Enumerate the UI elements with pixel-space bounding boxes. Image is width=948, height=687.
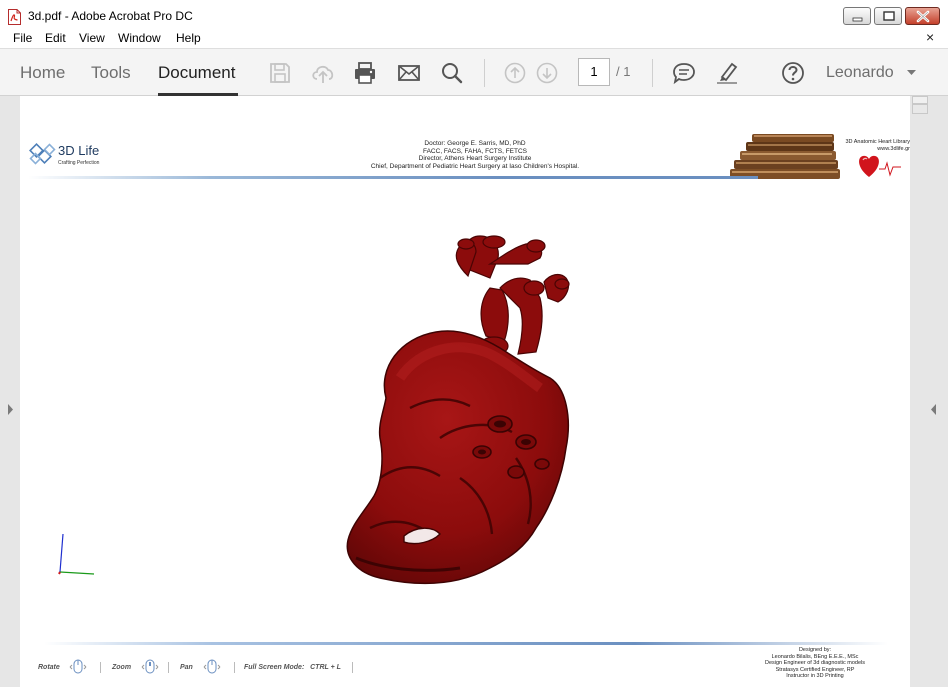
left-navigation-pane[interactable] xyxy=(0,96,20,687)
window-title: 3d.pdf - Adobe Acrobat Pro DC xyxy=(28,9,193,23)
save-icon[interactable] xyxy=(267,60,293,86)
tab-home[interactable]: Home xyxy=(20,63,65,83)
user-account-menu[interactable]: Leonardo xyxy=(826,64,894,82)
credit-line: Instructor in 3D Printing xyxy=(786,673,844,680)
page-up-icon[interactable] xyxy=(502,60,528,86)
credit-line: Designed by: xyxy=(798,647,832,653)
close-window-button[interactable] xyxy=(905,7,940,25)
pan-label: Pan xyxy=(180,664,193,671)
search-icon[interactable] xyxy=(439,60,465,86)
chevron-down-icon[interactable] xyxy=(907,70,916,76)
rotate-label: Rotate xyxy=(38,664,60,671)
expand-left-pane-icon[interactable] xyxy=(7,404,14,415)
pdf-file-icon xyxy=(8,9,21,25)
help-icon[interactable] xyxy=(780,60,806,86)
heart-logo-icon xyxy=(859,155,901,177)
scrollbar-thumb[interactable] xyxy=(912,104,928,114)
footer-divider xyxy=(44,642,888,645)
close-document-button[interactable]: × xyxy=(926,29,934,45)
doctor-credentials: Doctor: George E. Sarris, MD, PhD FACC, … xyxy=(300,140,650,170)
header-line: Director, Athens Heart Surgery Institute xyxy=(418,155,532,163)
3d-heart-model[interactable] xyxy=(340,228,580,590)
control-separator xyxy=(234,662,235,673)
print-icon[interactable] xyxy=(352,60,378,86)
page-number-input[interactable]: 1 xyxy=(578,58,610,86)
logo-name: 3D Life xyxy=(58,143,100,158)
toolbar-separator xyxy=(652,59,653,87)
menu-view[interactable]: View xyxy=(79,31,105,45)
menu-help[interactable]: Help xyxy=(176,31,201,45)
tab-document[interactable]: Document xyxy=(158,63,235,83)
highlight-pen-icon[interactable] xyxy=(714,60,740,86)
menu-window[interactable]: Window xyxy=(118,31,161,45)
restore-icon xyxy=(883,11,895,21)
3d-life-logo-icon xyxy=(29,143,56,165)
rotate-mouse-icon[interactable] xyxy=(68,657,88,677)
logo-tagline: Crafting Perfection xyxy=(58,160,100,166)
control-separator xyxy=(168,662,169,673)
axis-orientation-icon xyxy=(58,533,95,575)
control-separator xyxy=(100,662,101,673)
right-tools-pane[interactable] xyxy=(910,96,948,687)
comment-icon[interactable] xyxy=(671,60,697,86)
header-line: Doctor: George E. Sarris, MD, PhD xyxy=(424,140,526,147)
page-down-icon[interactable] xyxy=(534,60,560,86)
control-separator xyxy=(352,662,353,673)
header-line: FACC, FACS, FAHA, FCTS, FETCS xyxy=(422,147,527,155)
menu-edit[interactable]: Edit xyxy=(45,31,66,45)
acrobat-window: 3d.pdf - Adobe Acrobat Pro DC File Edit … xyxy=(0,0,948,687)
zoom-mouse-icon[interactable] xyxy=(140,657,160,677)
minimize-icon xyxy=(852,17,863,22)
expand-right-pane-icon[interactable] xyxy=(930,404,937,415)
credit-line: Stratasys Certified Engineer, RP xyxy=(775,666,855,673)
minimize-button[interactable] xyxy=(843,7,871,25)
email-icon[interactable] xyxy=(396,60,422,86)
credit-line: Leonardo Bilalis, BEng E.E.E., MSc xyxy=(771,653,859,660)
close-icon xyxy=(916,10,930,23)
cloud-upload-icon[interactable] xyxy=(310,60,336,86)
fullscreen-shortcut-label: Full Screen Mode: CTRL + L xyxy=(244,664,341,671)
scrollbar-up-button[interactable] xyxy=(912,96,928,104)
maximize-button[interactable] xyxy=(874,7,902,25)
header-divider xyxy=(28,176,758,179)
toolbar-separator xyxy=(484,59,485,87)
menu-file[interactable]: File xyxy=(13,31,32,45)
pan-mouse-icon[interactable] xyxy=(202,657,222,677)
zoom-label: Zoom xyxy=(112,664,132,671)
menu-bar: File Edit View Window Help × xyxy=(0,29,948,48)
page-total: / 1 xyxy=(616,64,631,79)
designer-credits: Designed by: Leonardo Bilalis, BEng E.E.… xyxy=(740,647,890,680)
tab-tools[interactable]: Tools xyxy=(91,63,131,83)
header-line: Chief, Department of Pediatric Heart Sur… xyxy=(370,162,580,170)
credit-line: Design Engineer of 3d diagnostic models xyxy=(765,660,865,667)
main-toolbar: Home Tools Document 1 / 1 Leonardo xyxy=(0,48,948,96)
title-bar: 3d.pdf - Adobe Acrobat Pro DC xyxy=(0,0,948,29)
